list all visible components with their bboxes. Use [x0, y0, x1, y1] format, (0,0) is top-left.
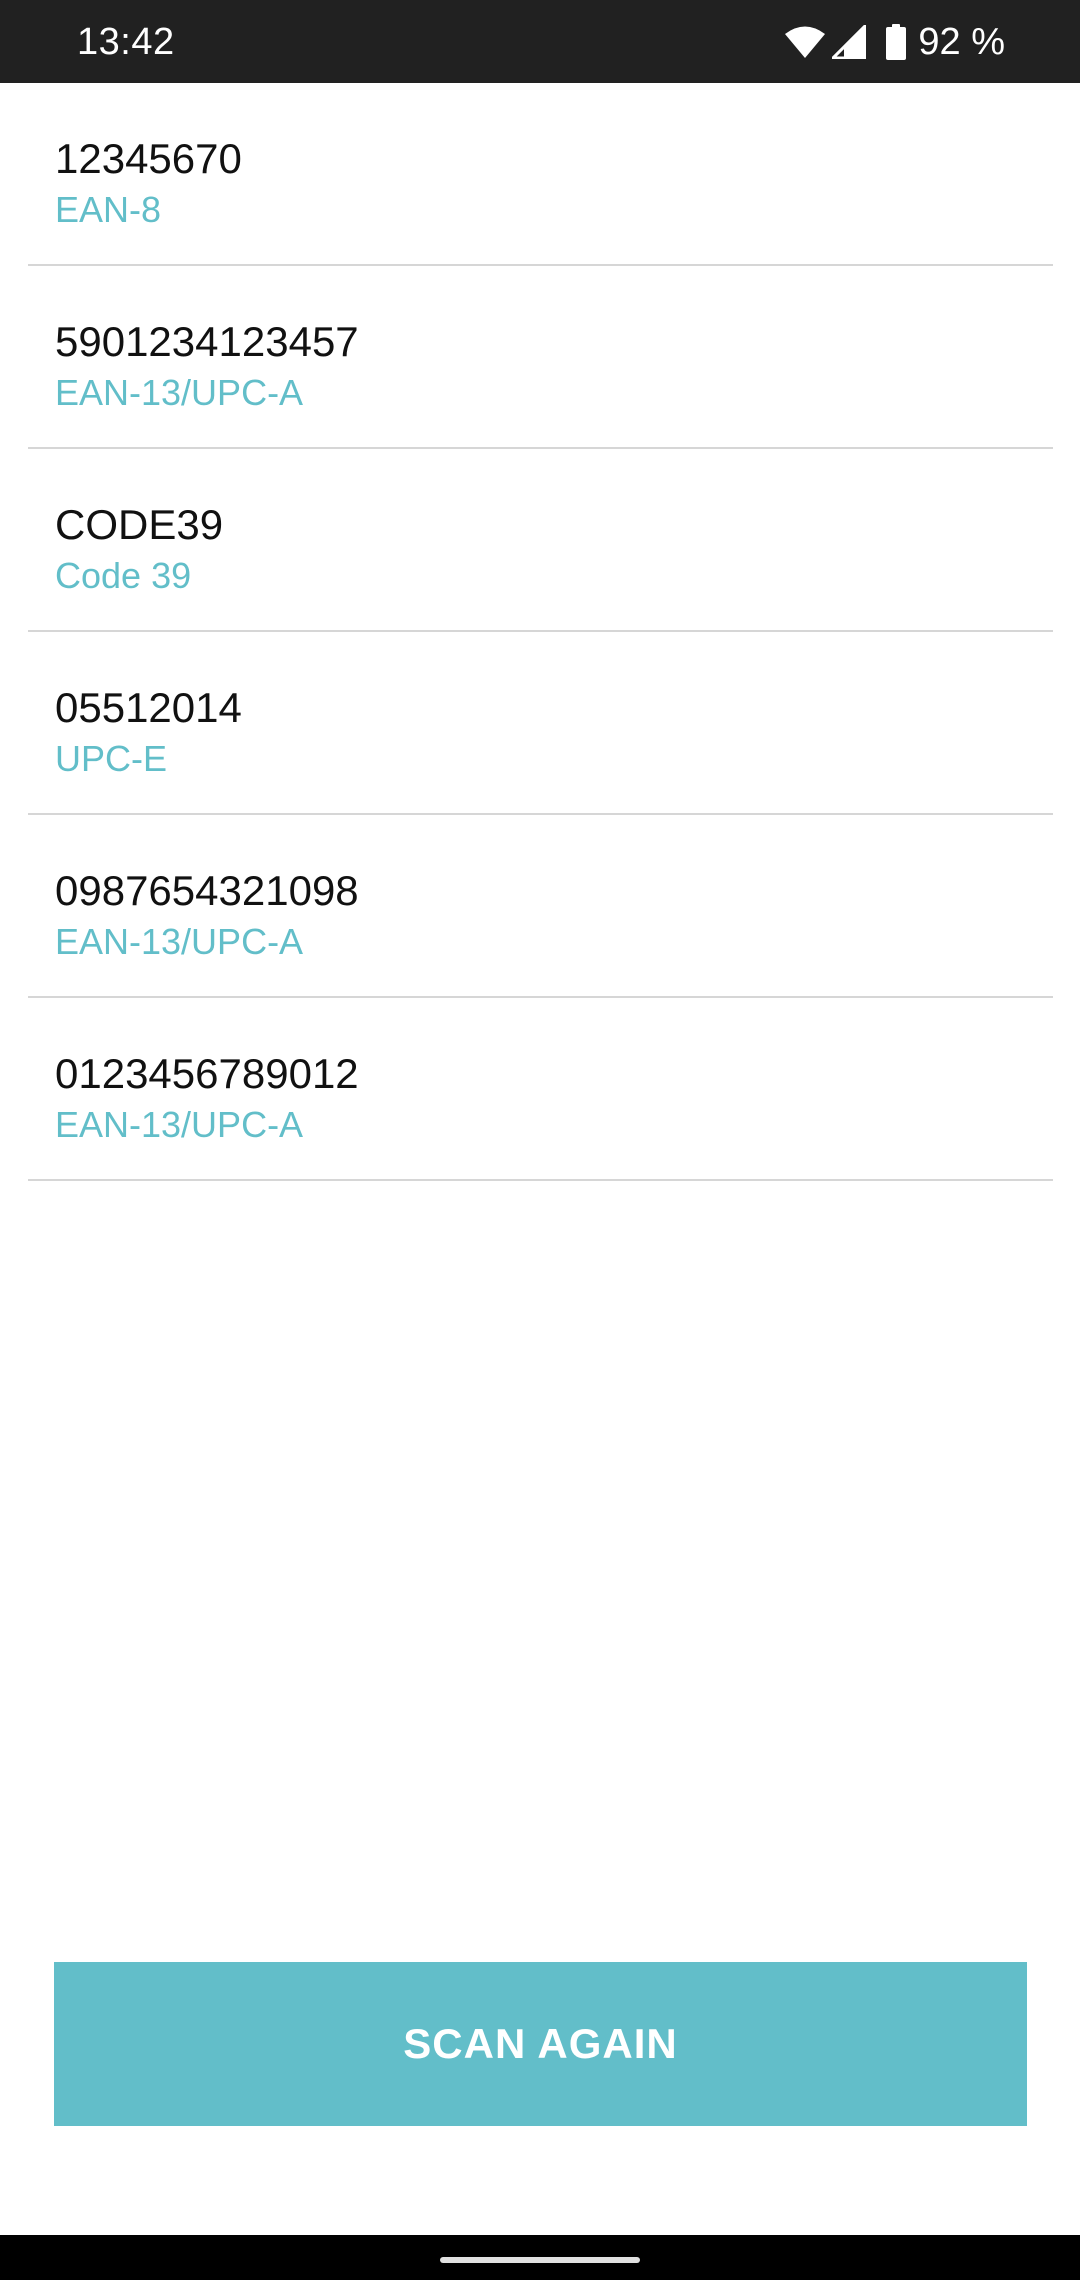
barcode-format: Code 39 [55, 555, 192, 596]
scan-again-button[interactable]: SCAN AGAIN [54, 1962, 1027, 2126]
status-icons: 92 % [784, 20, 1005, 64]
barcode-format: EAN-13/UPC-A [55, 921, 304, 962]
barcode-format: UPC-E [55, 738, 168, 779]
barcode-format: EAN-13/UPC-A [55, 1104, 304, 1145]
list-item[interactable]: 05512014 UPC-E [28, 632, 1053, 815]
status-time: 13:42 [77, 21, 175, 63]
barcode-value: 0123456789012 [55, 1050, 359, 1097]
battery-percent: 92 % [918, 21, 1005, 63]
wifi-icon [784, 25, 826, 59]
barcode-format: EAN-8 [55, 189, 162, 230]
barcode-value: 05512014 [55, 684, 242, 731]
barcode-value: 5901234123457 [55, 318, 359, 365]
list-item[interactable]: 5901234123457 EAN-13/UPC-A [28, 266, 1053, 449]
list-item[interactable]: CODE39 Code 39 [28, 449, 1053, 632]
list-item[interactable]: 0987654321098 EAN-13/UPC-A [28, 815, 1053, 998]
barcode-format: EAN-13/UPC-A [55, 372, 304, 413]
barcode-value: 12345670 [55, 135, 242, 182]
battery-icon [886, 24, 907, 60]
scan-results-list: 12345670 EAN-8 5901234123457 EAN-13/UPC-… [28, 83, 1053, 1181]
app-screen: 13:42 92 % 12345670 EAN-8 5901234123457 … [0, 0, 1080, 2280]
list-item[interactable]: 0123456789012 EAN-13/UPC-A [28, 998, 1053, 1181]
navigation-bar [0, 2235, 1080, 2280]
status-bar: 13:42 92 % [0, 0, 1080, 83]
barcode-value: CODE39 [55, 501, 224, 548]
list-item[interactable]: 12345670 EAN-8 [28, 83, 1053, 266]
signal-icon [832, 25, 867, 59]
barcode-value: 0987654321098 [55, 867, 359, 914]
home-gesture-handle[interactable] [440, 2257, 640, 2263]
